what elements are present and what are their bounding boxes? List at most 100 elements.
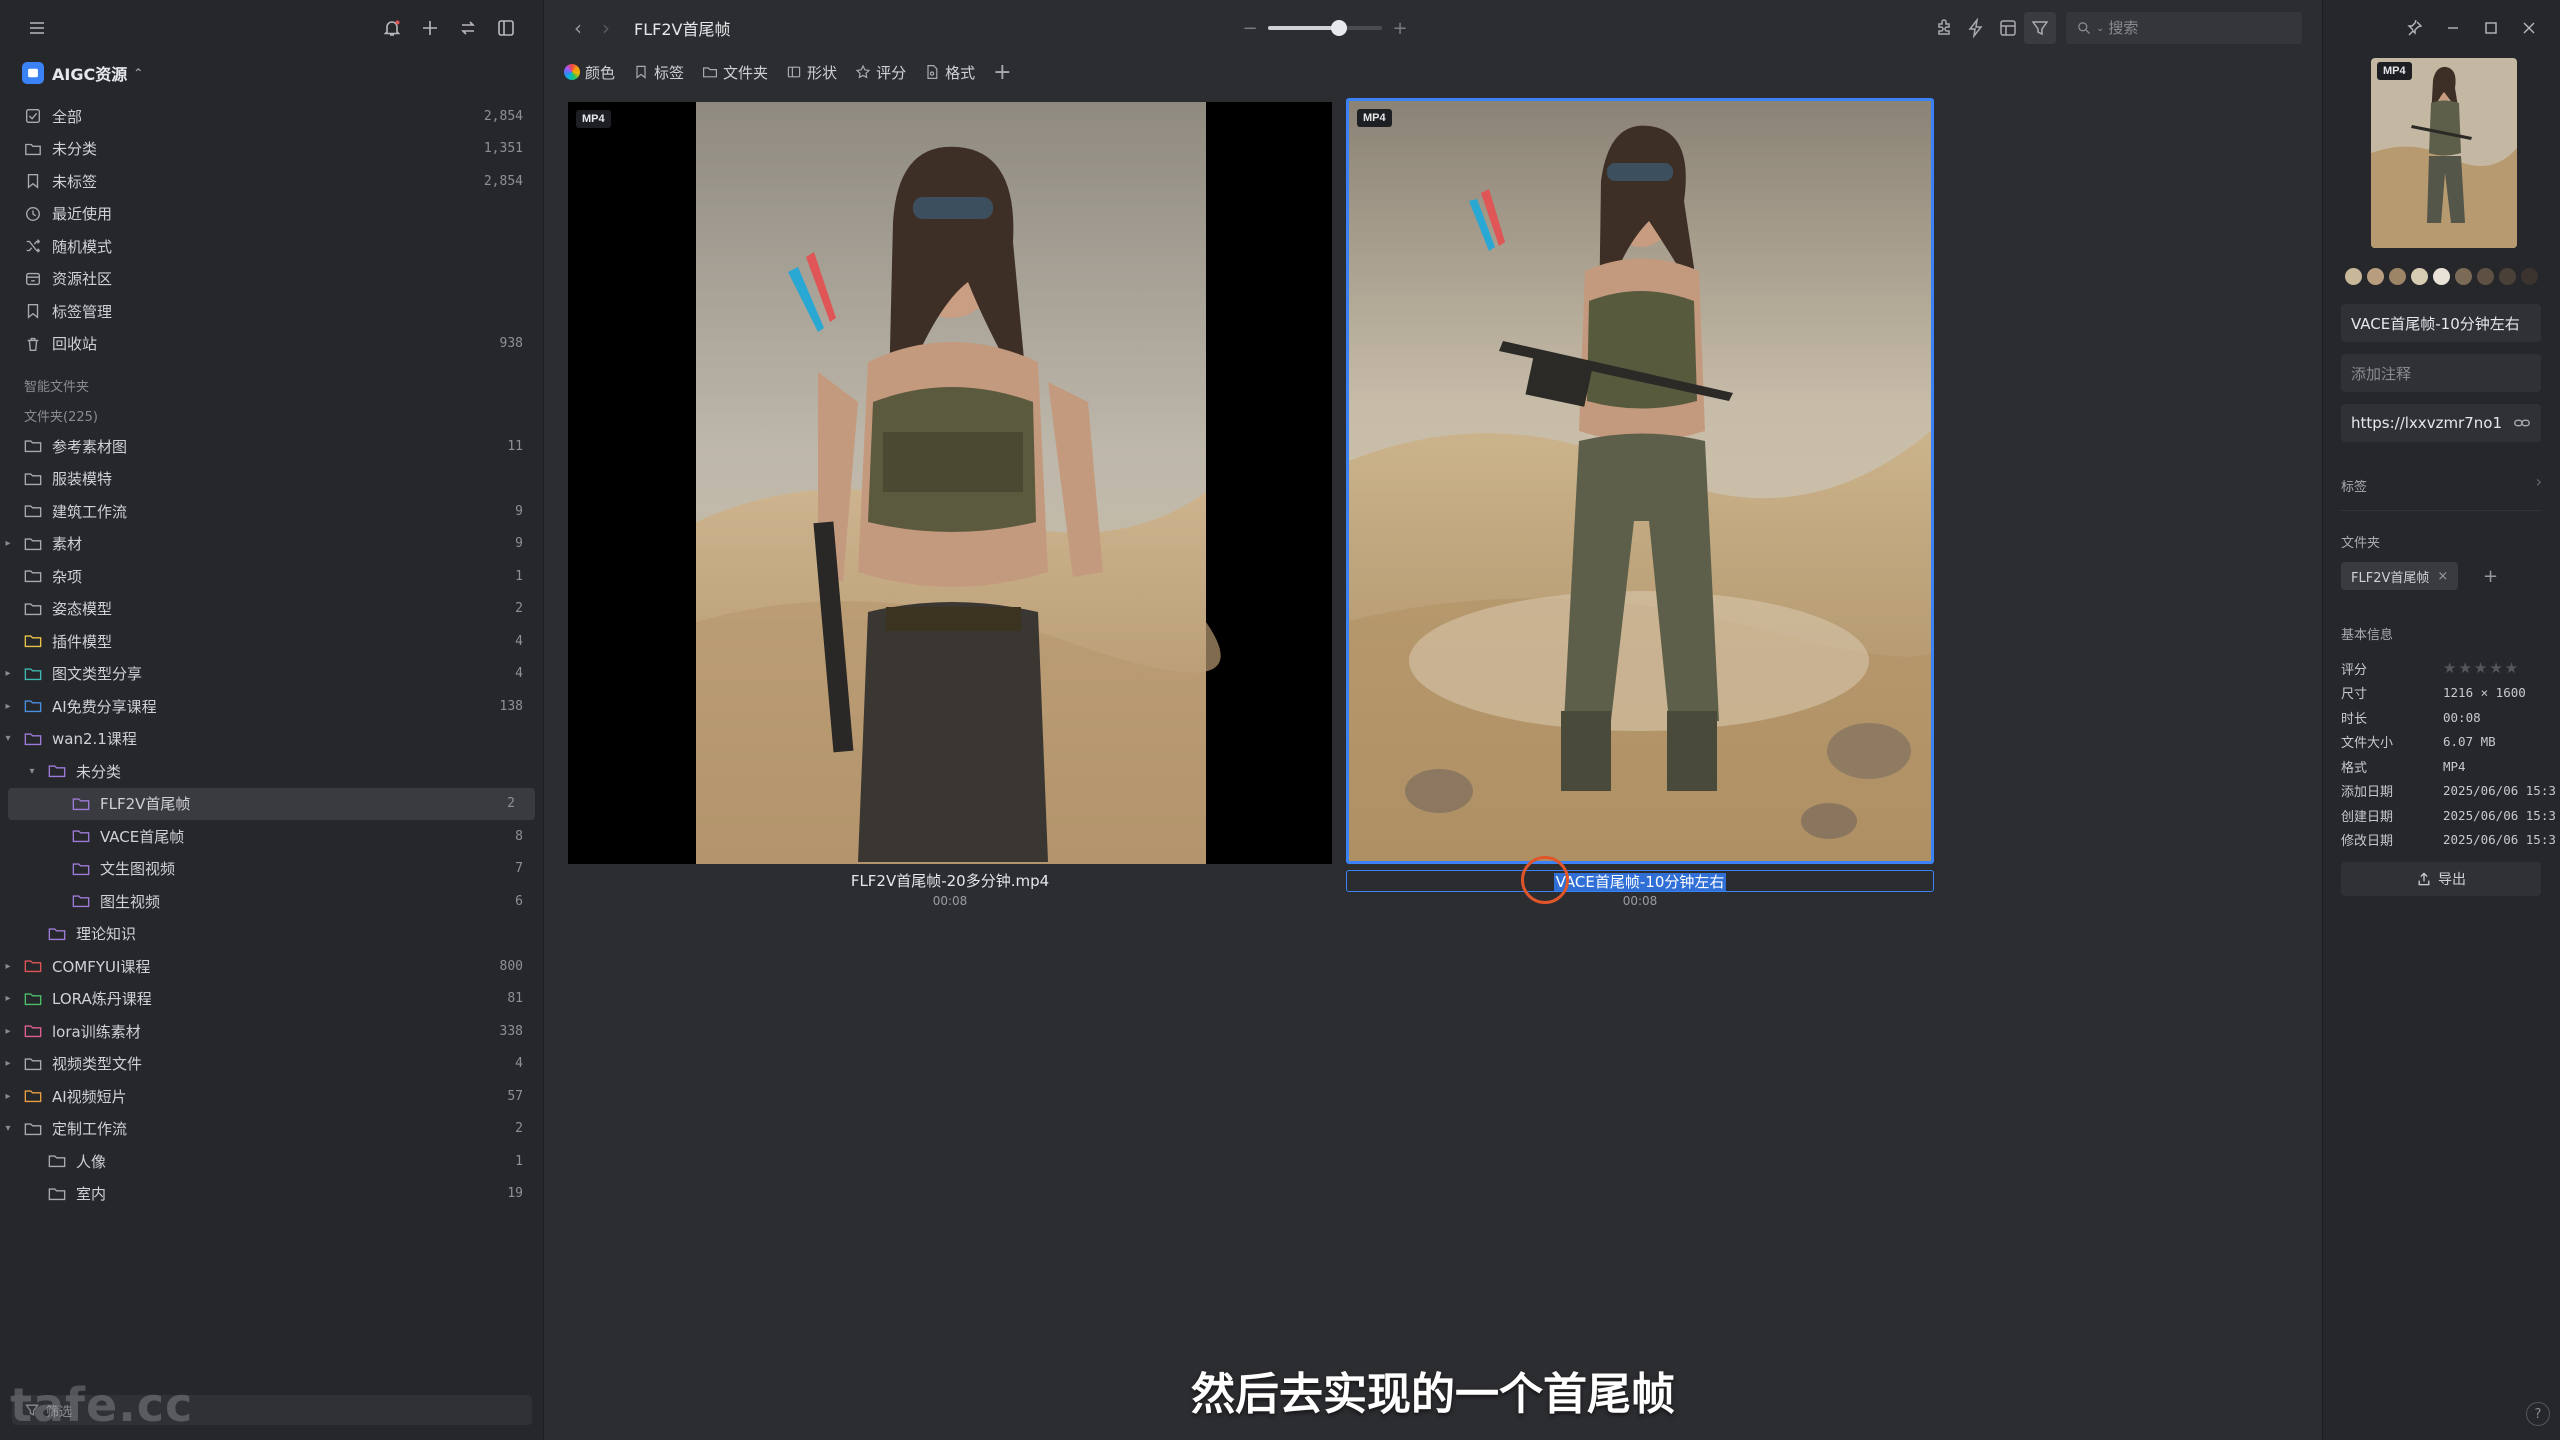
folder-item[interactable]: 图生视频 6 (0, 885, 543, 918)
remove-folder-icon[interactable]: × (2437, 569, 2448, 584)
zoom-handle[interactable] (1330, 20, 1347, 36)
folder-item[interactable]: ▸ AI视频短片 57 (0, 1080, 543, 1113)
color-swatch[interactable] (2455, 268, 2472, 285)
item-card-selected[interactable]: MP4 VACE首尾帧-10分钟左右 00:08 (1346, 98, 1934, 914)
folder-item[interactable]: ▸ COMFYUI课程 800 (0, 950, 543, 983)
pin-icon[interactable] (2396, 13, 2434, 43)
caret-right-icon[interactable]: ▸ (2, 1026, 14, 1037)
item-name-field[interactable]: VACE首尾帧-10分钟左右 (2341, 304, 2541, 342)
url-field[interactable]: https://lxxvzmr7no1 (2341, 404, 2541, 442)
bolt-icon[interactable] (1960, 12, 1992, 44)
export-button[interactable]: 导出 (2341, 862, 2541, 896)
sidebar-nav-item[interactable]: 随机模式 (0, 230, 543, 263)
link-icon[interactable] (2513, 414, 2531, 432)
zoom-slider[interactable]: − + (1240, 18, 1410, 39)
folder-item[interactable]: VACE首尾帧 8 (0, 820, 543, 853)
folder-item[interactable]: 服装模特 (0, 463, 543, 496)
folder-item[interactable]: ▸ lora训练素材 338 (0, 1015, 543, 1048)
folder-item[interactable]: 人像 1 (0, 1145, 543, 1178)
folder-item[interactable]: ▾ wan2.1课程 (0, 723, 543, 756)
search-input[interactable] (2108, 19, 2289, 37)
sidebar-nav-item[interactable]: 最近使用 (0, 198, 543, 231)
caret-down-icon[interactable]: ▾ (2, 733, 14, 744)
color-swatch[interactable] (2367, 268, 2384, 285)
puzzle-icon[interactable] (1928, 12, 1960, 44)
bell-icon[interactable] (377, 13, 407, 43)
folder-tag[interactable]: FLF2V首尾帧 × (2341, 562, 2459, 590)
add-folder-icon[interactable]: + (2483, 562, 2498, 590)
filter-folder[interactable]: 文件夹 (702, 62, 768, 83)
folder-item[interactable]: 姿态模型 2 (0, 593, 543, 626)
filter-tag[interactable]: 标签 (633, 62, 684, 83)
smart-folders-label[interactable]: 智能文件夹 (0, 370, 543, 400)
inspector-preview[interactable]: MP4 (2371, 58, 2517, 248)
folder-item[interactable]: 参考素材图 11 (0, 430, 543, 463)
folder-item[interactable]: 杂项 1 (0, 560, 543, 593)
color-swatch[interactable] (2411, 268, 2428, 285)
minimize-icon[interactable] (2434, 13, 2472, 43)
caret-right-icon[interactable]: ▸ (2, 1058, 14, 1069)
caret-right-icon[interactable]: ▸ (2, 538, 14, 549)
sidebar-nav-item[interactable]: 未分类 1,351 (0, 133, 543, 166)
forward-arrow-icon[interactable]: › (592, 16, 620, 40)
folder-item[interactable]: 文生图视频 7 (0, 853, 543, 886)
folder-item[interactable]: ▾ 定制工作流 2 (0, 1113, 543, 1146)
zoom-out-icon[interactable]: − (1240, 18, 1260, 39)
library-switcher[interactable]: AIGC资源 ⌃ (0, 56, 543, 90)
zoom-in-icon[interactable]: + (1390, 18, 1410, 39)
sidebar-nav-item[interactable]: 未标签 2,854 (0, 165, 543, 198)
color-swatch[interactable] (2521, 268, 2538, 285)
color-swatch[interactable] (2477, 268, 2494, 285)
caret-right-icon[interactable]: ▸ (2, 668, 14, 679)
rating-stars[interactable]: ★★★★★ (2443, 659, 2520, 677)
menu-icon[interactable] (22, 13, 52, 43)
color-swatch[interactable] (2499, 268, 2516, 285)
back-arrow-icon[interactable]: ‹ (564, 16, 592, 40)
caret-down-icon[interactable]: ▾ (26, 766, 38, 777)
folder-item[interactable]: ▾ 未分类 (0, 755, 543, 788)
item-name-editing[interactable]: VACE首尾帧-10分钟左右 (1346, 870, 1934, 892)
sidebar-nav-item[interactable]: 资源社区 (0, 263, 543, 296)
color-swatch[interactable] (2345, 268, 2362, 285)
maximize-icon[interactable] (2472, 13, 2510, 43)
item-card[interactable]: MP4 FLF2V首尾帧-20多分钟.mp4 00:08 (568, 102, 1332, 912)
folders-label[interactable]: 文件夹(225) (0, 400, 543, 430)
caret-right-icon[interactable]: ▸ (2, 701, 14, 712)
close-icon[interactable] (2510, 13, 2548, 43)
item-thumbnail[interactable]: MP4 (1346, 98, 1934, 864)
filter-rating[interactable]: 评分 (855, 62, 906, 83)
filter-shape[interactable]: 形状 (786, 62, 837, 83)
folder-item[interactable]: 建筑工作流 9 (0, 495, 543, 528)
note-field[interactable]: 添加注释 (2341, 354, 2541, 392)
help-icon[interactable]: ? (2526, 1402, 2550, 1426)
tags-chevron-icon[interactable]: › (2536, 472, 2542, 491)
folder-item-selected[interactable]: FLF2V首尾帧 2 (8, 787, 535, 820)
caret-right-icon[interactable]: ▸ (2, 993, 14, 1004)
caret-down-icon[interactable]: ▾ (2, 1123, 14, 1134)
sidebar-nav-item[interactable]: 回收站 938 (0, 328, 543, 361)
folder-item[interactable]: 理论知识 (0, 918, 543, 951)
item-name-selected-text[interactable]: VACE首尾帧-10分钟左右 (1553, 873, 1727, 891)
folder-item[interactable]: ▸ 图文类型分享 4 (0, 658, 543, 691)
folder-item[interactable]: ▸ 素材 9 (0, 528, 543, 561)
folder-item[interactable]: 室内 19 (0, 1178, 543, 1211)
color-swatch[interactable] (2433, 268, 2450, 285)
filter-input[interactable]: 筛选 (12, 1395, 532, 1425)
add-icon[interactable] (415, 13, 445, 43)
sidebar-nav-item[interactable]: 全部 2,854 (0, 100, 543, 133)
folder-item[interactable]: ▸ 视频类型文件 4 (0, 1048, 543, 1081)
item-thumbnail[interactable]: MP4 (568, 102, 1332, 864)
layout-toggle-icon[interactable] (491, 13, 521, 43)
filter-color[interactable]: 颜色 (564, 62, 615, 83)
panel-layout-icon[interactable] (1992, 12, 2024, 44)
folder-item[interactable]: ▸ LORA炼丹课程 81 (0, 983, 543, 1016)
caret-right-icon[interactable]: ▸ (2, 961, 14, 972)
tags-label[interactable]: 标签 (2341, 476, 2367, 495)
filter-toggle-icon[interactable] (2024, 12, 2056, 44)
add-filter-icon[interactable]: + (993, 60, 1011, 85)
folder-item[interactable]: ▸ AI免费分享课程 138 (0, 690, 543, 723)
sync-icon[interactable] (453, 13, 483, 43)
zoom-track[interactable] (1268, 20, 1382, 36)
search-box[interactable]: ⌄ (2066, 12, 2302, 44)
search-dropdown-icon[interactable]: ⌄ (2096, 23, 2104, 34)
